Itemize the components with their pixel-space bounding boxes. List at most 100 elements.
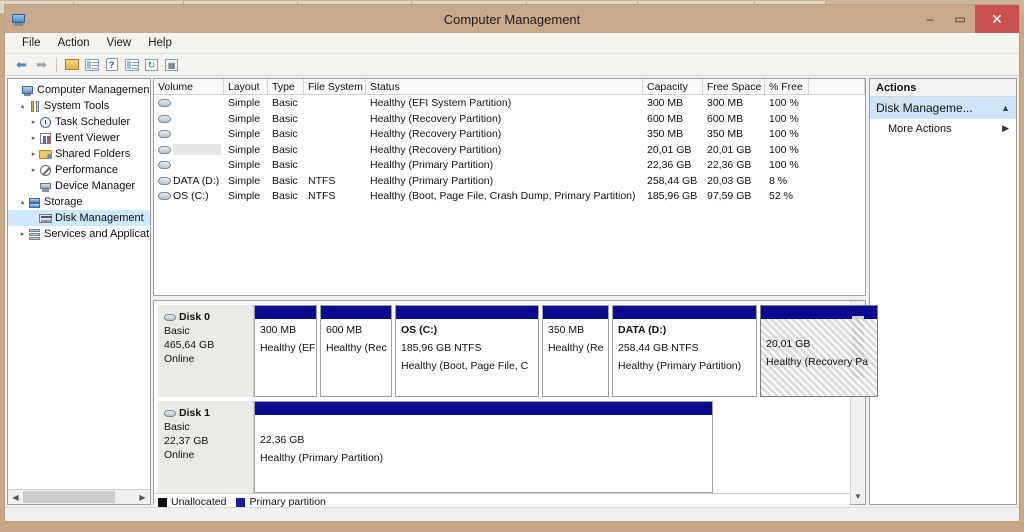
maximize-button[interactable]: ▭ — [945, 5, 975, 33]
cell-status: Healthy (Recovery Partition) — [370, 128, 502, 141]
partition-primary-disk1[interactable]: 22,36 GB Healthy (Primary Partition) — [254, 401, 713, 493]
partition-status: Healthy (Recovery Pa — [766, 356, 869, 368]
partition-size: 185,96 GB NTFS — [401, 342, 482, 354]
cell-status: Healthy (Boot, Page File, Crash Dump, Pr… — [370, 190, 636, 203]
tree-node-disk-management[interactable]: Disk Management — [8, 210, 150, 226]
menu-help[interactable]: Help — [141, 35, 179, 51]
cell-percent-free: 100 % — [769, 97, 799, 110]
tree-node-label: Device Manager — [55, 180, 136, 192]
refresh-icon[interactable]: ↻ — [143, 56, 160, 73]
partition-os-c[interactable]: OS (C:) 185,96 GB NTFS Healthy (Boot, Pa… — [395, 305, 539, 397]
disk-info-panel[interactable]: Disk 1 Basic 22,37 GB Online — [158, 401, 254, 493]
up-folder-icon[interactable] — [63, 56, 80, 73]
chevron-up-icon[interactable]: ▲ — [1001, 103, 1010, 113]
shared-folders-icon — [39, 148, 53, 161]
expander-icon[interactable]: ▸ — [28, 150, 39, 158]
cell-layout: Simple — [228, 128, 261, 141]
back-arrow-icon[interactable]: ⬅ — [13, 56, 30, 73]
actions-disk-management-group[interactable]: Disk Manageme... ▲ — [870, 97, 1016, 119]
cell-file-system — [304, 126, 366, 142]
scrollbar-thumb[interactable] — [23, 491, 115, 503]
disk-row-0: Disk 0 Basic 465,64 GB Online 300 MB Hea… — [154, 301, 878, 397]
partition-recovery-350mb[interactable]: 350 MB Healthy (Re — [542, 305, 609, 397]
help-icon[interactable]: ? — [103, 56, 120, 73]
column-header-status[interactable]: Status — [366, 79, 643, 94]
export-list-icon[interactable]: ▦ — [163, 56, 180, 73]
table-row[interactable]: Simple Basic Healthy (EFI System Partiti… — [154, 95, 865, 111]
cell-volume: OS (C:) — [154, 188, 224, 204]
expander-icon[interactable]: ▸ — [28, 166, 39, 174]
table-row[interactable]: Simple Basic Healthy (Recovery Partition… — [154, 142, 865, 158]
table-row[interactable]: Simple Basic Healthy (Primary Partition)… — [154, 157, 865, 173]
cell-status: Healthy (Recovery Partition) — [370, 112, 502, 125]
column-header-volume[interactable]: Volume — [154, 79, 224, 94]
partition-name: DATA (D:) — [618, 324, 667, 336]
show-hide-console-tree-icon[interactable] — [83, 56, 100, 73]
disk-info-panel[interactable]: Disk 0 Basic 465,64 GB Online — [158, 305, 254, 397]
expander-icon[interactable]: ▸ — [17, 230, 28, 238]
cell-free-space: 350 MB — [707, 128, 744, 141]
partition-status: Healthy (Boot, Page File, C — [401, 360, 529, 372]
scroll-down-icon[interactable]: ▼ — [851, 489, 865, 504]
actions-group-label: Disk Manageme... — [876, 101, 973, 115]
disk-title: Disk 1 — [164, 406, 253, 420]
column-header-percent-free[interactable]: % Free — [765, 79, 809, 94]
disk-management-pane: Volume Layout Type File System Status Ca… — [153, 78, 878, 510]
expander-icon[interactable]: ▸ — [28, 118, 39, 126]
partition-status: Healthy (Rec — [326, 342, 387, 354]
tree-node-services-and-applications[interactable]: ▸ Services and Applicat — [8, 226, 150, 242]
cell-percent-free: 100 % — [769, 159, 799, 172]
menu-view[interactable]: View — [100, 35, 139, 51]
scroll-right-icon[interactable]: ▶ — [135, 490, 150, 504]
column-header-file-system[interactable]: File System — [304, 79, 366, 94]
services-icon — [28, 228, 42, 241]
scroll-left-icon[interactable]: ◀ — [8, 490, 23, 504]
minimize-button[interactable]: – — [915, 5, 945, 33]
table-row[interactable]: Simple Basic Healthy (Recovery Partition… — [154, 111, 865, 127]
table-row[interactable]: DATA (D:) Simple Basic NTFS Healthy (Pri… — [154, 173, 865, 189]
partition-efi[interactable]: 300 MB Healthy (EF — [254, 305, 317, 397]
tree-node-device-manager[interactable]: Device Manager — [8, 178, 150, 194]
column-header-type[interactable]: Type — [268, 79, 304, 94]
expander-icon[interactable]: ▴ — [17, 102, 28, 110]
disk-title: Disk 0 — [164, 310, 253, 324]
tree-node-shared-folders[interactable]: ▸ Shared Folders — [8, 146, 150, 162]
cell-percent-free: 100 % — [769, 128, 799, 141]
column-header-layout[interactable]: Layout — [224, 79, 268, 94]
volume-list-header: Volume Layout Type File System Status Ca… — [154, 79, 865, 95]
scrollbar-track[interactable] — [23, 490, 135, 504]
tree-node-performance[interactable]: ▸ Performance — [8, 162, 150, 178]
partition-size: 350 MB — [548, 324, 585, 336]
disk-row-1: Disk 1 Basic 22,37 GB Online 22,36 GB He… — [154, 397, 850, 493]
cell-percent-free: 100 % — [769, 143, 799, 156]
action-label: More Actions — [888, 122, 952, 135]
computer-management-window: Computer Management – ▭ ✕ File Action Vi… — [4, 4, 1020, 522]
cell-status: Healthy (Primary Partition) — [370, 174, 494, 187]
tree-node-task-scheduler[interactable]: ▸ Task Scheduler — [8, 114, 150, 130]
table-row[interactable]: OS (C:) Simple Basic NTFS Healthy (Boot,… — [154, 188, 865, 204]
tree-horizontal-scrollbar[interactable]: ◀ ▶ — [8, 489, 150, 504]
partition-recovery-600mb[interactable]: 600 MB Healthy (Rec — [320, 305, 392, 397]
tree-node-event-viewer[interactable]: ▸ Event Viewer — [8, 130, 150, 146]
column-header-filler — [809, 79, 865, 94]
partition-data-d[interactable]: DATA (D:) 258,44 GB NTFS Healthy (Primar… — [612, 305, 757, 397]
tree-node-system-tools[interactable]: ▴ System Tools — [8, 98, 150, 114]
expander-icon[interactable]: ▸ — [28, 134, 39, 142]
close-button[interactable]: ✕ — [975, 5, 1019, 33]
column-header-capacity[interactable]: Capacity — [643, 79, 703, 94]
tree-node-storage[interactable]: ▴ Storage — [8, 194, 150, 210]
menu-file[interactable]: File — [15, 35, 48, 51]
window-title-bar[interactable]: Computer Management – ▭ ✕ — [5, 5, 1019, 33]
show-hide-action-pane-icon[interactable] — [123, 56, 140, 73]
partition-size: 300 MB — [260, 324, 297, 336]
partition-status: Healthy (Primary Partition) — [260, 452, 384, 464]
action-more-actions[interactable]: More Actions ▶ — [870, 119, 1016, 138]
expander-icon[interactable]: ▴ — [17, 198, 28, 206]
forward-arrow-icon[interactable]: ➡ — [33, 56, 50, 73]
partition-recovery-selected[interactable]: 20,01 GB Healthy (Recovery Pa — [760, 305, 878, 397]
column-header-free-space[interactable]: Free Space — [703, 79, 765, 94]
table-row[interactable]: Simple Basic Healthy (Recovery Partition… — [154, 126, 865, 142]
tree-node-computer-management[interactable]: Computer Management — [8, 82, 150, 98]
cell-type: Basic — [272, 159, 298, 172]
menu-action[interactable]: Action — [51, 35, 97, 51]
